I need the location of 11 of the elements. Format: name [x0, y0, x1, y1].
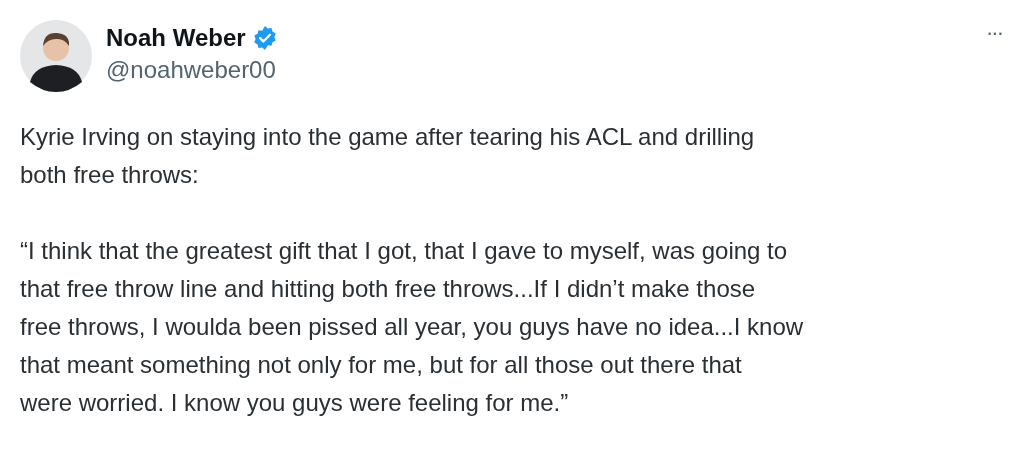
- tweet-text-line: were worried. I know you guys were feeling for me.”: [20, 388, 569, 418]
- more-button[interactable]: ···: [982, 20, 1006, 46]
- tweet-text-line: Kyrie Irving on staying into the game after tearing his ACL and drilling: [20, 122, 755, 152]
- avatar[interactable]: [20, 20, 92, 92]
- tweet-text-line: free throws, I woulda been pissed all year, you guys have no idea...I know: [20, 312, 804, 342]
- author-handle[interactable]: @noahweber00: [106, 56, 968, 84]
- tweet-text-line: both free throws:: [20, 160, 199, 190]
- tweet-text-line: “I think that the greatest gift that I got, that I gave to myself, was going to: [20, 236, 788, 266]
- tweet-text-line: that meant something not only for me, but for all those out there that: [20, 350, 742, 380]
- tweet-text-line: that free throw line and hitting both free throws...If I didn’t make those: [20, 274, 756, 304]
- author-name[interactable]: Noah Weber: [106, 24, 246, 52]
